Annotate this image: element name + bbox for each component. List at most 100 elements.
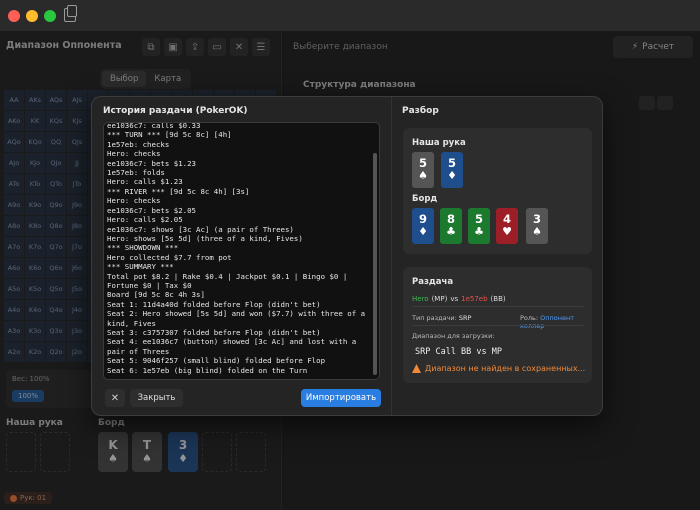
range-cell[interactable]: JJ: [67, 153, 87, 173]
range-cell[interactable]: KK: [25, 111, 45, 131]
trash-icon[interactable]: ✕: [230, 38, 248, 56]
range-cell[interactable]: A7o: [4, 237, 24, 257]
playing-card[interactable]: T ♠: [132, 432, 162, 472]
range-cell[interactable]: J4o: [67, 300, 87, 320]
board-card-slot[interactable]: [202, 432, 232, 472]
chart-view-icon[interactable]: [639, 96, 655, 110]
history-scrollbar[interactable]: [373, 153, 377, 375]
zoom-window-button[interactable]: [44, 10, 56, 22]
range-cell[interactable]: K9o: [25, 195, 45, 215]
range-cell[interactable]: AJo: [4, 153, 24, 173]
range-cell[interactable]: QQ: [46, 132, 66, 152]
hand-card-slot[interactable]: [40, 432, 70, 472]
range-cell[interactable]: A8o: [4, 216, 24, 236]
role-label: Роль:: [520, 314, 539, 322]
copy-icon[interactable]: ⧉: [142, 38, 160, 56]
range-cell[interactable]: A9o: [4, 195, 24, 215]
range-cell[interactable]: A5o: [4, 279, 24, 299]
clear-history-button[interactable]: ✕: [105, 389, 125, 407]
range-cell[interactable]: QJs: [67, 132, 87, 152]
range-cell[interactable]: KTo: [25, 174, 45, 194]
range-cell[interactable]: K5o: [25, 279, 45, 299]
tab-select[interactable]: Выбор: [102, 71, 147, 87]
range-cell[interactable]: J8o: [67, 216, 87, 236]
range-cell[interactable]: KQs: [46, 111, 66, 131]
weight-badge[interactable]: 100%: [12, 390, 45, 402]
playing-card[interactable]: 4 ♥: [496, 208, 518, 244]
range-cell[interactable]: J5o: [67, 279, 87, 299]
range-cell[interactable]: A4o: [4, 300, 24, 320]
range-cell[interactable]: K3o: [25, 321, 45, 341]
range-cell[interactable]: KJs: [67, 111, 87, 131]
close-button[interactable]: Закрыть: [130, 389, 183, 407]
range-cell[interactable]: K4o: [25, 300, 45, 320]
range-cell[interactable]: K8o: [25, 216, 45, 236]
playing-card[interactable]: 8 ♣: [440, 208, 462, 244]
playing-card[interactable]: 9 ♦: [412, 208, 434, 244]
range-cell[interactable]: J6o: [67, 258, 87, 278]
card-rank: K: [108, 438, 118, 453]
import-button[interactable]: Импортировать: [301, 389, 381, 407]
separator: [412, 306, 583, 307]
list-icon[interactable]: ☰: [252, 38, 270, 56]
playing-card[interactable]: 3 ♦: [168, 432, 198, 472]
range-cell[interactable]: AA: [4, 90, 24, 110]
playing-card[interactable]: 5 ♦: [441, 152, 463, 188]
cards-panel: Наша рука 5 ♠ 5 ♦ Борд 9 ♦ 8 ♣ 5 ♣ 4 ♥ 3 ♠: [403, 128, 592, 254]
hand-card-slot[interactable]: [6, 432, 36, 472]
range-cell[interactable]: Q6o: [46, 258, 66, 278]
board-card-slot[interactable]: [236, 432, 266, 472]
range-cell[interactable]: J3o: [67, 321, 87, 341]
range-cell[interactable]: KJo: [25, 153, 45, 173]
range-cell[interactable]: KQo: [25, 132, 45, 152]
range-cell[interactable]: Q5o: [46, 279, 66, 299]
range-cell[interactable]: AQs: [46, 90, 66, 110]
tab-map[interactable]: Карта: [146, 71, 189, 87]
range-cell[interactable]: ATo: [4, 174, 24, 194]
range-cell[interactable]: A2o: [4, 342, 24, 362]
playing-card[interactable]: 5 ♠: [412, 152, 434, 188]
range-select[interactable]: Выберите диапазон: [293, 42, 388, 52]
range-cell[interactable]: A6o: [4, 258, 24, 278]
range-cell[interactable]: Q8o: [46, 216, 66, 236]
villain-position: (BB): [490, 295, 506, 303]
folder-icon[interactable]: ▭: [208, 38, 226, 56]
hand-history-text[interactable]: 1e57eb: checks Hero: checks ee1036c7: be…: [107, 123, 367, 375]
range-cell[interactable]: Q9o: [46, 195, 66, 215]
range-cell[interactable]: J9o: [67, 195, 87, 215]
range-cell[interactable]: Q4o: [46, 300, 66, 320]
range-cell[interactable]: A3o: [4, 321, 24, 341]
range-cell[interactable]: J2o: [67, 342, 87, 362]
range-cell[interactable]: AQo: [4, 132, 24, 152]
range-cell[interactable]: Q7o: [46, 237, 66, 257]
hands-counter: Рук: 01: [4, 492, 53, 504]
range-cell[interactable]: QJo: [46, 153, 66, 173]
minimize-window-button[interactable]: [26, 10, 38, 22]
documents-icon[interactable]: [64, 5, 77, 22]
warning-text: Диапазон не найден в сохраненных...: [425, 364, 586, 373]
table-view-icon[interactable]: [657, 96, 673, 110]
export-icon[interactable]: ⇪: [186, 38, 204, 56]
range-cell[interactable]: J7o: [67, 237, 87, 257]
paste-icon[interactable]: ▣: [164, 38, 182, 56]
close-window-button[interactable]: [8, 10, 20, 22]
range-cell[interactable]: AKo: [4, 111, 24, 131]
calculate-button[interactable]: ⚡ Расчет: [613, 36, 693, 58]
separator: [412, 325, 583, 326]
hand-history-textarea[interactable]: 1e57eb: checks Hero: checks ee1036c7: be…: [103, 122, 380, 380]
our-hand-label: Наша рука: [412, 138, 466, 148]
card-suit-icon: ♦: [418, 225, 428, 239]
range-cell[interactable]: Q3o: [46, 321, 66, 341]
playing-card[interactable]: 5 ♣: [468, 208, 490, 244]
range-cell[interactable]: QTo: [46, 174, 66, 194]
range-cell[interactable]: JTo: [67, 174, 87, 194]
range-cell[interactable]: K2o: [25, 342, 45, 362]
range-cell[interactable]: K6o: [25, 258, 45, 278]
playing-card[interactable]: K ♠: [98, 432, 128, 472]
playing-card[interactable]: 3 ♠: [526, 208, 548, 244]
range-cell[interactable]: K7o: [25, 237, 45, 257]
bolt-icon: ⚡: [631, 42, 639, 52]
range-cell[interactable]: AKs: [25, 90, 45, 110]
range-cell[interactable]: Q2o: [46, 342, 66, 362]
range-cell[interactable]: AJs: [67, 90, 87, 110]
